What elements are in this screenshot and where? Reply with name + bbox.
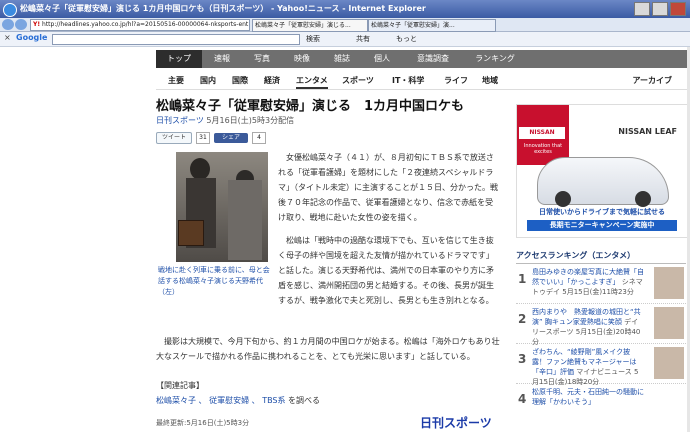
photo-caption[interactable]: 戦地に赴く列車に乗る前に、母と会話する松嶋菜々子演じる天野希代（左）	[158, 265, 270, 298]
back-icon[interactable]	[2, 19, 14, 30]
ad-campaign-banner[interactable]: 長期モニターキャンペーン実施中	[527, 220, 677, 231]
article-paragraph-2: 松嶋は「戦時中の過酷な環境下でも、互いを信じて生き抜く母子の絆や国境を超えた友情…	[278, 236, 494, 305]
related-heading: 【関連記事】	[156, 381, 204, 390]
google-toolbar: × Google 検索 共有 もっと	[0, 32, 690, 47]
main-nav-ranking[interactable]: ランキング	[464, 50, 526, 68]
related-links: 松嶋菜々子 、 従軍慰安婦 、 TBS系 を調べる	[156, 396, 321, 405]
article-photo[interactable]	[176, 152, 268, 262]
related-link-1[interactable]: 松嶋菜々子	[156, 396, 196, 405]
ad-tagline: Innovation that excites	[523, 143, 563, 155]
window-title: 松嶋菜々子「従軍慰安婦」演じる 1カ月中国ロケも（日刊スポーツ） - Yahoo…	[20, 4, 426, 13]
facebook-share-button[interactable]: シェア	[214, 132, 248, 143]
rank-number: 3	[518, 352, 527, 366]
ranking-item[interactable]: 4 松原千明、元夫・石田純一の騒動に理解「かわいそう」	[516, 384, 686, 408]
car-wheel-front	[555, 191, 571, 207]
archive-link[interactable]: アーカイブ	[632, 75, 672, 86]
sub-nav-domestic[interactable]: 国内	[200, 75, 216, 86]
window-titlebar: 松嶋菜々子「従軍慰安婦」演じる 1カ月中国ロケも（日刊スポーツ） - Yahoo…	[0, 0, 690, 18]
window-controls	[634, 2, 686, 16]
sub-nav-economy[interactable]: 経済	[264, 75, 280, 86]
nissan-logo: NISSAN	[519, 127, 565, 139]
google-share-button[interactable]: 共有	[356, 34, 370, 44]
sub-nav-region[interactable]: 地域	[482, 75, 498, 86]
main-nav-photos[interactable]: 写真	[242, 50, 282, 68]
article-title: 松嶋菜々子「従軍慰安婦」演じる 1カ月中国ロケも	[156, 99, 465, 114]
rank-title[interactable]: 松原千明、元夫・石田純一の騒動に理解「かわいそう」	[532, 388, 644, 406]
main-nav: トップ 速報 写真 映像 雑誌 個人 意識調査 ランキング	[156, 50, 690, 68]
rank-number: 4	[518, 392, 527, 406]
article-body-continued: 撮影は大規模で、今月下旬から、約１カ月間の中国ロケが始まる。松嶋は「海外ロケもあ…	[156, 334, 500, 364]
ranking-item[interactable]: 3 ざわちん、“綾野剛”風メイク披露！ファン絶賛もマネージャーは「辛口」評価 マ…	[516, 344, 686, 386]
google-search-input[interactable]	[52, 34, 300, 45]
related-link-3[interactable]: TBS系	[262, 396, 285, 405]
google-more-button[interactable]: もっと	[396, 34, 417, 44]
main-nav-video[interactable]: 映像	[282, 50, 322, 68]
maximize-icon[interactable]	[652, 2, 668, 16]
address-bar: Y! http://headlines.yahoo.co.jp/hl?a=201…	[0, 18, 690, 32]
access-ranking: アクセスランキング（エンタメ） 1 島田みゆきの楽屋写真に大絶賛「自然でいい」「…	[516, 250, 686, 408]
minimize-icon[interactable]	[634, 2, 650, 16]
nikkan-sports-logo[interactable]: 日刊スポーツ	[420, 414, 492, 431]
related-articles: 【関連記事】 松嶋菜々子 、 従軍慰安婦 、 TBS系 を調べる	[156, 380, 320, 406]
rank-time: 5月15日(金)11時23分	[562, 288, 634, 296]
rank-thumbnail[interactable]	[654, 347, 684, 379]
photo-figure-head	[190, 158, 210, 180]
rank-number: 1	[518, 272, 527, 286]
photo-suitcase	[178, 220, 204, 246]
sub-nav: 主要 国内 国際 経済 エンタメ スポーツ IT・科学 ライフ 地域 アーカイブ	[156, 71, 690, 90]
url-input[interactable]: Y! http://headlines.yahoo.co.jp/hl?a=201…	[30, 19, 250, 31]
related-link-2[interactable]: 従軍慰安婦	[209, 396, 249, 405]
last-updated: 最終更新:5月16日(土)5時3分	[156, 419, 250, 427]
sub-nav-it-science[interactable]: IT・科学	[392, 75, 424, 86]
ranking-item[interactable]: 1 島田みゆきの楽屋写真に大絶賛「自然でいい」「かっこよすぎ」 シネマトゥデイ …	[516, 264, 686, 304]
left-blank-area	[0, 47, 150, 432]
share-buttons: ツイート 31 シェア 4	[156, 131, 266, 144]
ie-icon	[3, 3, 17, 17]
google-logo: Google	[16, 33, 48, 42]
rank-thumbnail[interactable]	[654, 307, 684, 339]
close-icon[interactable]	[670, 2, 686, 16]
article-paragraph-3: 撮影は大規模で、今月下旬から、約１カ月間の中国ロケが始まる。松嶋は「海外ロケもあ…	[156, 337, 500, 361]
main-nav-survey[interactable]: 意識調査	[402, 50, 464, 68]
sub-nav-life[interactable]: ライフ	[444, 75, 468, 86]
browser-tab-2[interactable]: 松嶋菜々子「従軍慰安婦」演...	[368, 19, 496, 32]
photo-figure2-body	[228, 180, 262, 260]
ad-model: NISSAN LEAF	[618, 127, 677, 136]
article-body: 女優松嶋菜々子（４１）が、８月初旬にＴＢＳ系で放送される「従軍看護婦」を題材にし…	[278, 150, 500, 316]
sub-nav-entertainment[interactable]: エンタメ	[296, 75, 328, 89]
sub-nav-main[interactable]: 主要	[168, 75, 184, 86]
source-link[interactable]: 日刊スポーツ	[156, 116, 204, 125]
yahoo-favicon: Y!	[33, 21, 41, 28]
sub-nav-international[interactable]: 国際	[232, 75, 248, 86]
article-source-line: 日刊スポーツ 5月16日(土)5時3分配信	[156, 115, 294, 126]
tweet-count: 31	[196, 131, 210, 144]
nissan-ad[interactable]: NISSAN Innovation that excites NISSAN LE…	[516, 104, 688, 238]
ad-brand-box: NISSAN Innovation that excites	[517, 105, 569, 165]
close-toolbar-icon[interactable]: ×	[4, 33, 11, 42]
ranking-item[interactable]: 2 西内まりや 熱愛報道の城田と“共演” 胸キュン家愛熱唱に笑顔 デイリースポー…	[516, 304, 686, 346]
main-nav-personal[interactable]: 個人	[362, 50, 402, 68]
car-wheel-rear	[635, 191, 651, 207]
sub-nav-sports[interactable]: スポーツ	[342, 75, 374, 86]
ranking-heading: アクセスランキング（エンタメ）	[516, 250, 686, 264]
article-date: 5月16日(土)5時3分配信	[206, 116, 295, 125]
share-count: 4	[252, 131, 266, 144]
main-nav-top[interactable]: トップ	[156, 50, 202, 68]
rank-thumbnail[interactable]	[654, 267, 684, 299]
tweet-button[interactable]: ツイート	[156, 131, 192, 144]
url-text: http://headlines.yahoo.co.jp/hl?a=201505…	[42, 21, 249, 28]
google-search-button[interactable]: 検索	[306, 34, 320, 44]
ad-line-1: 日常使いからドライブまで気軽に試せる	[539, 208, 665, 216]
rank-number: 2	[518, 312, 527, 326]
main-nav-breaking[interactable]: 速報	[202, 50, 242, 68]
browser-tab-1[interactable]: 松嶋菜々子「従軍慰安婦」演じる...	[252, 19, 368, 32]
related-suffix: を調べる	[288, 396, 321, 405]
rank-source: マイナビニュース	[576, 368, 632, 376]
article-paragraph-1: 女優松嶋菜々子（４１）が、８月初旬にＴＢＳ系で放送される「従軍看護婦」を題材にし…	[278, 153, 498, 222]
main-nav-magazine[interactable]: 雑誌	[322, 50, 362, 68]
forward-icon[interactable]	[15, 19, 27, 30]
